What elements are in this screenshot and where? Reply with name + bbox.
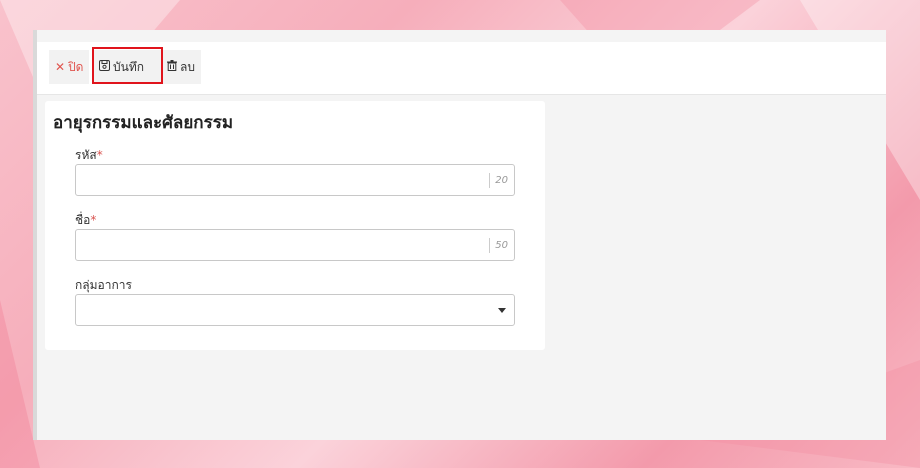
close-button-label: ปิด (68, 59, 84, 74)
close-button[interactable]: ✕ ปิด (49, 50, 89, 84)
name-label: ชื่อ* (75, 213, 97, 227)
name-max-length: 50 (489, 238, 508, 253)
name-input[interactable]: 50 (75, 229, 515, 261)
required-marker: * (96, 148, 103, 162)
page-title: อายุรกรรมและศัลยกรรม (53, 113, 234, 133)
delete-button-label: ลบ (180, 59, 195, 74)
symptom-group-select[interactable] (75, 294, 515, 326)
form-panel: อายุรกรรมและศัลยกรรม รหัส* 20 ชื่อ* 50 ก… (45, 101, 545, 350)
close-icon: ✕ (55, 60, 66, 74)
save-button-label: บันทึก (113, 59, 144, 74)
code-max-length: 20 (489, 173, 508, 188)
trash-icon (167, 60, 177, 74)
app-window: ✕ ปิด บันทึก ลบ อายุรกรรมและศัลยกรรม รหั… (33, 30, 886, 440)
code-label: รหัส* (75, 148, 103, 162)
save-icon (99, 60, 110, 74)
code-input[interactable]: 20 (75, 164, 515, 196)
chevron-down-icon (498, 308, 506, 313)
save-button[interactable]: บันทึก (93, 50, 161, 84)
delete-button[interactable]: ลบ (161, 50, 201, 84)
toolbar: ✕ ปิด บันทึก ลบ (37, 42, 886, 95)
symptom-group-label: กลุ่มอาการ (75, 278, 132, 292)
required-marker: * (90, 213, 97, 227)
